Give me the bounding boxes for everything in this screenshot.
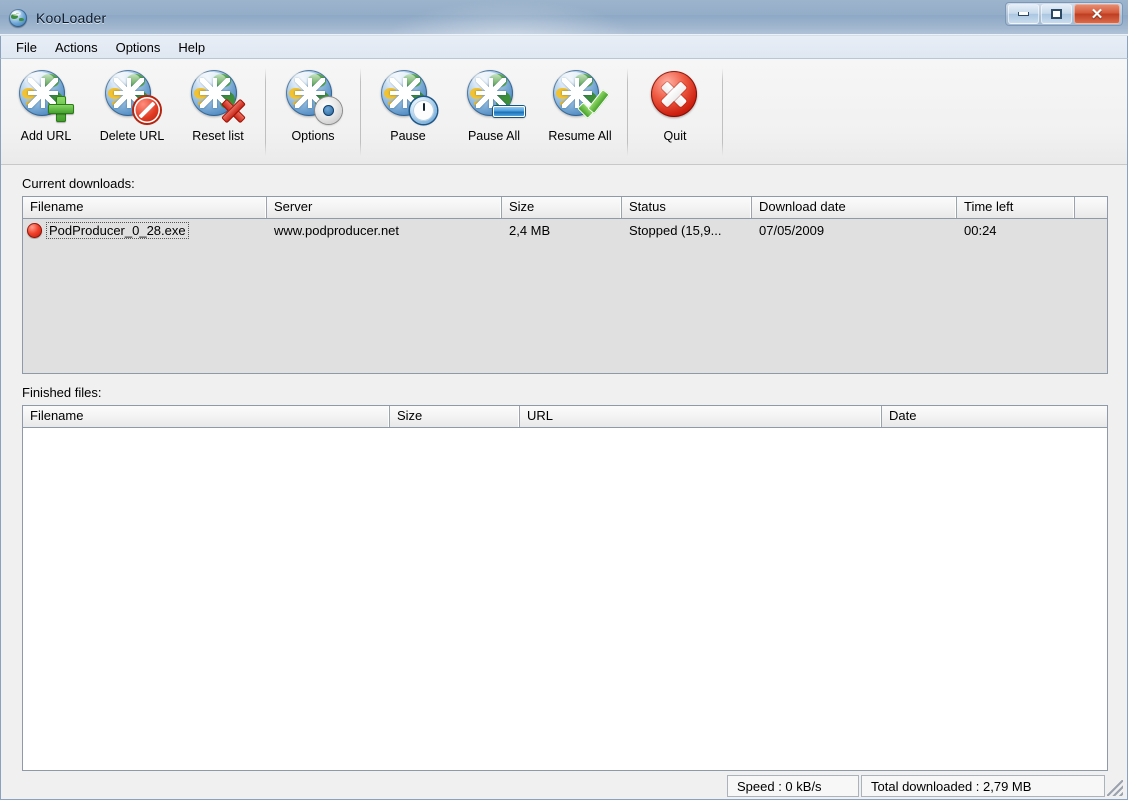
check-badge-icon (577, 95, 611, 125)
toolbar-separator-3 (627, 68, 628, 156)
menu-bar: File Actions Options Help (0, 36, 1128, 59)
toolbar-separator-2 (360, 68, 361, 156)
status-speed: Speed : 0 kB/s (727, 775, 859, 797)
finished-column-header-date[interactable]: Date (882, 406, 1107, 427)
cell-server: www.podproducer.net (274, 222, 400, 238)
toolbar-separator-1 (265, 68, 266, 156)
pause-label: Pause (390, 129, 426, 143)
x-badge-icon (218, 95, 248, 125)
current-downloads-label: Current downloads: (22, 176, 135, 191)
menu-item-file[interactable]: File (7, 38, 46, 57)
column-header-time-left[interactable]: Time left (957, 197, 1075, 218)
maximize-button[interactable] (1041, 4, 1072, 24)
globe-deny-icon (103, 69, 161, 125)
titlebar-glow (380, 0, 640, 36)
options-label: Options (291, 129, 335, 143)
column-header-server[interactable]: Server (267, 197, 502, 218)
globe-x-icon (189, 69, 247, 125)
quit-button[interactable]: Quit (632, 62, 718, 164)
finished-files-header: Filename Size URL Date (23, 406, 1107, 428)
column-header-filename[interactable]: Filename (23, 197, 267, 218)
deny-badge-icon (134, 97, 160, 123)
toolbar: Add URL Delete URL Reset list Options Pa… (1, 59, 1127, 165)
quit-label: Quit (663, 129, 687, 143)
current-downloads-list[interactable]: Filename Server Size Status Download dat… (22, 196, 1108, 374)
table-row[interactable]: PodProducer_0_28.exe www.podproducer.net… (23, 219, 1107, 241)
red-x-circle-icon (646, 69, 704, 125)
bar-badge-icon (493, 106, 525, 117)
minimize-button[interactable] (1008, 4, 1039, 24)
globe-check-icon (551, 69, 609, 125)
current-downloads-body: PodProducer_0_28.exe www.podproducer.net… (23, 219, 1107, 373)
resume-all-button[interactable]: Resume All (537, 62, 623, 164)
toolbar-separator-4 (722, 68, 723, 156)
reset-list-label: Reset list (192, 129, 244, 143)
cell-download-date: 07/05/2009 (759, 222, 825, 238)
globe-bar-icon (465, 69, 525, 125)
current-downloads-header: Filename Server Size Status Download dat… (23, 197, 1107, 219)
finished-column-header-url[interactable]: URL (520, 406, 882, 427)
globe-icon (9, 8, 27, 27)
window-controls: ✕ (1005, 2, 1123, 26)
application-window: KooLoader ✕ File Actions Options Help Ad… (0, 0, 1128, 800)
status-total-downloaded: Total downloaded : 2,79 MB (861, 775, 1105, 797)
globe-gear-icon (284, 69, 345, 127)
close-icon: ✕ (1090, 5, 1104, 23)
cell-filename: PodProducer_0_28.exe (23, 221, 267, 239)
status-bar: Speed : 0 kB/s Total downloaded : 2,79 M… (1, 771, 1127, 799)
delete-url-label: Delete URL (99, 129, 165, 143)
pause-all-label: Pause All (467, 129, 521, 143)
globe-clock-icon (379, 69, 437, 125)
pause-button[interactable]: Pause (365, 62, 451, 164)
cell-status: Stopped (15,9... (629, 222, 722, 238)
menu-item-options[interactable]: Options (107, 38, 170, 57)
maximize-icon (1051, 9, 1062, 19)
globe-plus-icon (17, 69, 75, 125)
menu-item-actions[interactable]: Actions (46, 38, 107, 57)
cell-filename-text: PodProducer_0_28.exe (46, 221, 189, 239)
window-title: KooLoader (36, 9, 107, 26)
column-header-extra[interactable] (1075, 197, 1107, 218)
finished-files-body (23, 428, 1107, 770)
clock-badge-icon (410, 97, 437, 124)
finished-column-header-filename[interactable]: Filename (23, 406, 390, 427)
minimize-icon (1018, 12, 1029, 16)
close-button[interactable]: ✕ (1074, 4, 1120, 24)
menu-item-help[interactable]: Help (169, 38, 214, 57)
resume-all-label: Resume All (548, 129, 612, 143)
reset-list-button[interactable]: Reset list (175, 62, 261, 164)
client-area: Add URL Delete URL Reset list Options Pa… (0, 59, 1128, 800)
cell-time-left: 00:24 (964, 222, 997, 238)
cell-size: 2,4 MB (509, 222, 551, 238)
pause-all-button[interactable]: Pause All (451, 62, 537, 164)
red-sphere-icon (27, 222, 42, 238)
finished-files-label: Finished files: (22, 385, 102, 400)
finished-files-list[interactable]: Filename Size URL Date (22, 405, 1108, 771)
delete-url-button[interactable]: Delete URL (89, 62, 175, 164)
finished-column-header-size[interactable]: Size (390, 406, 520, 427)
plus-badge-icon (47, 95, 75, 123)
column-header-download-date[interactable]: Download date (752, 197, 957, 218)
column-header-size[interactable]: Size (502, 197, 622, 218)
resize-grip-icon[interactable] (1107, 780, 1123, 796)
title-bar[interactable]: KooLoader ✕ (0, 0, 1128, 36)
options-button[interactable]: Options (270, 62, 356, 164)
column-header-status[interactable]: Status (622, 197, 752, 218)
add-url-button[interactable]: Add URL (3, 62, 89, 164)
gear-badge-icon (312, 94, 345, 127)
add-url-label: Add URL (20, 129, 72, 143)
